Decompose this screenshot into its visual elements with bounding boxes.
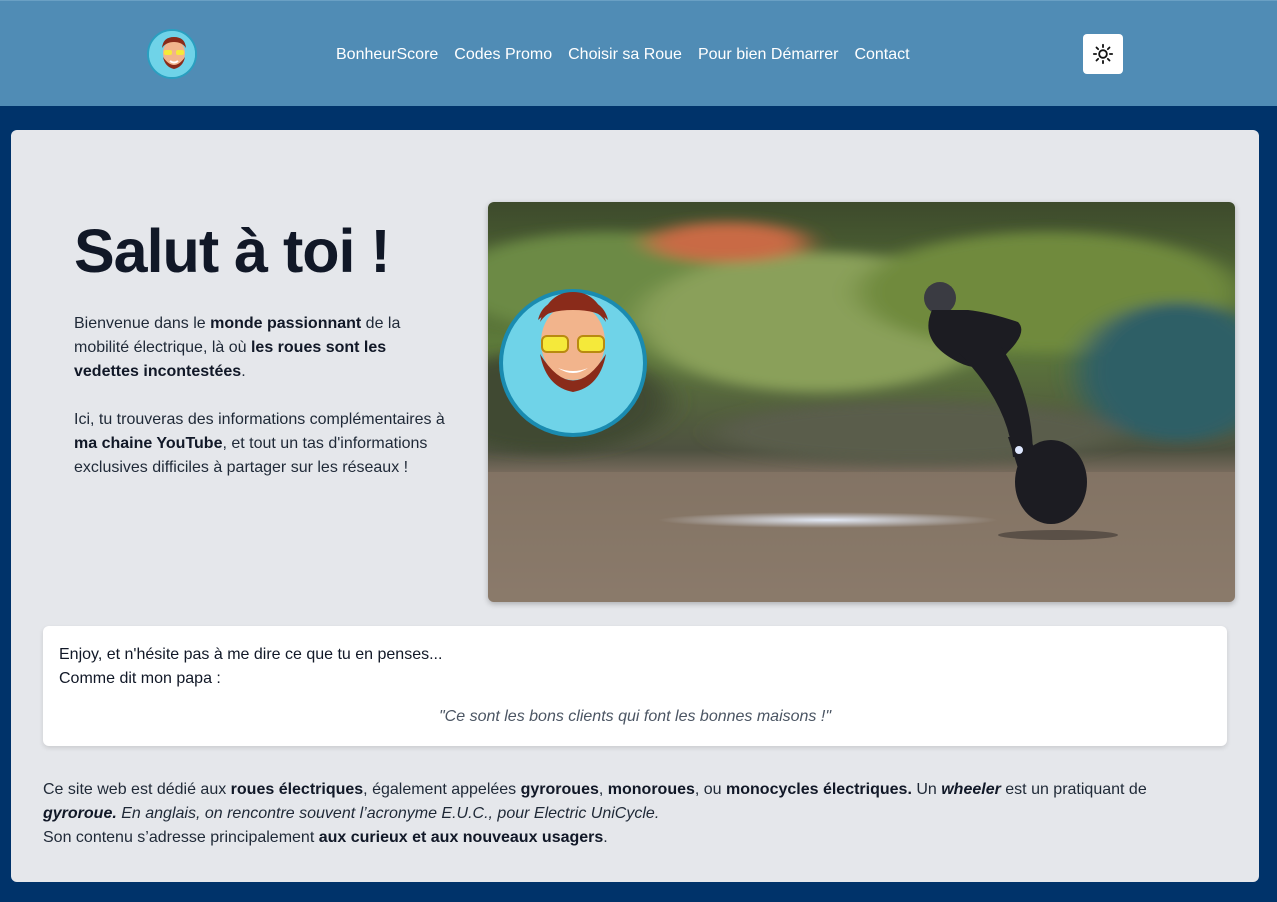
description-line: Ce site web est dédié aux roues électriq… (43, 778, 1223, 826)
main-nav: BonheurScore Codes Promo Choisir sa Roue… (336, 43, 910, 67)
quote-card: Enjoy, et n'hésite pas à me dire ce que … (43, 626, 1227, 746)
nav-pour-bien-demarrer[interactable]: Pour bien Démarrer (698, 46, 839, 64)
sun-icon (1092, 43, 1114, 65)
quote-intro-line: Enjoy, et n'hésite pas à me dire ce que … (59, 646, 443, 663)
youtube-emphasis: ma chaine YouTube (74, 435, 223, 452)
keyword: aux curieux et aux nouveaux usagers (318, 829, 604, 846)
badge-logo (499, 289, 647, 437)
description-text: est un pratiquant de (1000, 781, 1147, 798)
description-italic: En anglais, on rencontre souvent l’acron… (116, 805, 660, 822)
keyword: monocycles électriques. (726, 781, 912, 798)
nav-contact[interactable]: Contact (854, 46, 909, 64)
description-text: Son contenu s’adresse principalement (43, 829, 319, 846)
avatar-icon (149, 31, 195, 77)
keyword: roues électriques (230, 781, 364, 798)
quote-intro-line: Comme dit mon papa : (59, 670, 221, 687)
nav-choisir-sa-roue[interactable]: Choisir sa Roue (568, 46, 682, 64)
intro-paragraph-2: Ici, tu trouveras des informations compl… (74, 408, 446, 480)
keyword: gyroroue. (43, 805, 117, 822)
main-panel: Salut à toi ! Bienvenue dans le monde pa… (11, 130, 1259, 882)
intro-text: . (241, 363, 246, 380)
description-text: , (598, 781, 608, 798)
description-text: Un (911, 781, 942, 798)
site-logo[interactable] (147, 29, 197, 79)
description-line: Son contenu s’adresse principalement aux… (43, 826, 1223, 850)
page-title: Salut à toi ! (74, 217, 391, 285)
site-header: BonheurScore Codes Promo Choisir sa Roue… (0, 0, 1277, 106)
description-text: , ou (694, 781, 727, 798)
intro-paragraph-1: Bienvenue dans le monde passionnant de l… (74, 312, 446, 384)
keyword: monoroues (607, 781, 695, 798)
description-text: , également appelées (363, 781, 521, 798)
theme-toggle-button[interactable] (1083, 34, 1123, 74)
nav-bonheurscore[interactable]: BonheurScore (336, 46, 438, 64)
wheeler-photo (488, 202, 1235, 602)
hero-image (488, 202, 1235, 602)
description-text: . (603, 829, 608, 846)
nav-codes-promo[interactable]: Codes Promo (454, 46, 552, 64)
intro-text: Ici, tu trouveras des informations compl… (74, 411, 445, 428)
keyword: wheeler (941, 781, 1001, 798)
intro-emphasis: monde passionnant (210, 315, 362, 332)
site-description: Ce site web est dédié aux roues électriq… (43, 778, 1223, 850)
description-text: Ce site web est dédié aux (43, 781, 231, 798)
quote-text: "Ce sont les bons clients qui font les b… (438, 708, 831, 725)
hero-intro: Bienvenue dans le monde passionnant de l… (74, 312, 446, 480)
keyword: gyroroues (520, 781, 599, 798)
intro-text: Bienvenue dans le (74, 315, 211, 332)
